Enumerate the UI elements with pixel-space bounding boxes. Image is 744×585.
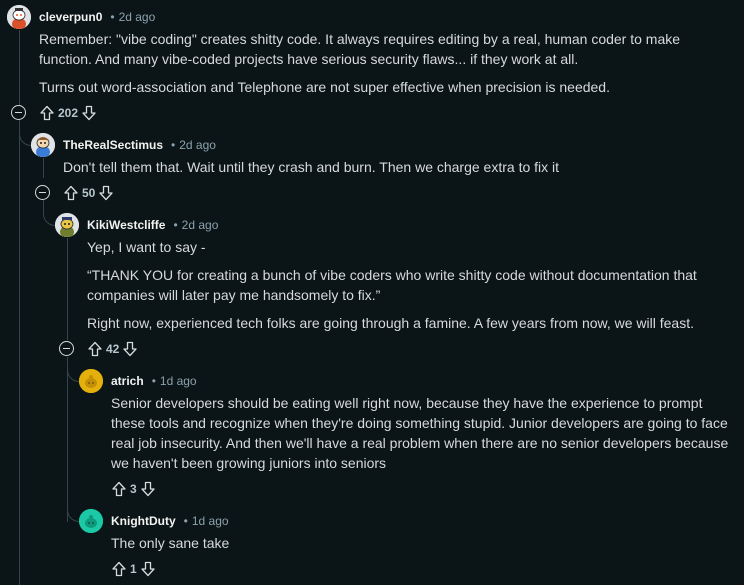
- timestamp[interactable]: 2d ago: [119, 10, 156, 24]
- arrow-down-outline-icon: [141, 561, 155, 577]
- avatar[interactable]: [79, 369, 103, 393]
- collapse-minus-icon: [15, 111, 22, 114]
- comment-meta: atrich • 1d ago: [111, 372, 197, 390]
- collapse-minus-icon: [63, 347, 70, 350]
- timestamp[interactable]: 2d ago: [182, 218, 219, 232]
- upvote-button[interactable]: [110, 560, 128, 578]
- comment-paragraph: Remember: "vibe coding" creates shitty c…: [39, 31, 681, 67]
- avatar[interactable]: [55, 213, 79, 237]
- arrow-up-outline-icon: [112, 481, 126, 497]
- arrow-up-outline-icon: [88, 341, 102, 357]
- arrow-down-outline-icon: [141, 481, 155, 497]
- vote-bar: 50: [62, 183, 115, 203]
- arrow-down-outline-icon: [82, 105, 96, 121]
- separator-dot: •: [151, 374, 156, 388]
- separator-dot: •: [171, 138, 176, 152]
- thread-line-level-2: [67, 238, 68, 340]
- comment-body: Senior developers should be eating well …: [111, 393, 735, 481]
- comment-meta: cleverpun0 • 2d ago: [39, 8, 155, 26]
- downvote-button[interactable]: [139, 560, 157, 578]
- upvote-button[interactable]: [62, 184, 80, 202]
- comment-paragraph: Yep, I want to say -: [87, 239, 206, 255]
- vote-score: 42: [106, 342, 120, 356]
- comment-body: Remember: "vibe coding" creates shitty c…: [39, 29, 729, 105]
- comment-paragraph: The only sane take: [111, 535, 230, 551]
- snoo-avatar-icon: [55, 213, 79, 237]
- arrow-down-outline-icon: [99, 185, 114, 201]
- upvote-button[interactable]: [86, 340, 104, 358]
- downvote-button[interactable]: [97, 184, 115, 202]
- comment-paragraph: Right now, experienced tech folks are go…: [87, 315, 694, 331]
- comment-paragraph: Turns out word-association and Telephone…: [39, 79, 610, 95]
- comment-paragraph: “THANK YOU for creating a bunch of vibe …: [87, 267, 697, 303]
- arrow-up-outline-icon: [64, 185, 78, 201]
- comment-body: The only sane take: [111, 533, 735, 561]
- author-name[interactable]: TheRealSectimus: [63, 138, 163, 152]
- collapse-button[interactable]: [11, 105, 26, 120]
- snoo-avatar-icon: [31, 133, 55, 157]
- vote-score: 50: [82, 186, 96, 200]
- author-name[interactable]: cleverpun0: [39, 10, 102, 24]
- avatar[interactable]: [7, 5, 31, 29]
- author-name[interactable]: KnightDuty: [111, 514, 176, 528]
- snoo-avatar-icon: [79, 369, 103, 393]
- vote-score: 3: [130, 482, 137, 496]
- collapse-button[interactable]: [35, 185, 50, 200]
- comment-paragraph: Don't tell them that. Wait until they cr…: [63, 159, 560, 175]
- comment-meta: KnightDuty • 1d ago: [111, 512, 229, 530]
- thread-line-level-2-children: [67, 357, 68, 522]
- snoo-avatar-icon: [79, 509, 103, 533]
- timestamp[interactable]: 1d ago: [192, 514, 229, 528]
- comment-meta: TheRealSectimus • 2d ago: [63, 136, 216, 154]
- upvote-button[interactable]: [110, 480, 128, 498]
- thread-line-level-1: [43, 158, 44, 178]
- separator-dot: •: [173, 218, 178, 232]
- collapse-button[interactable]: [59, 341, 74, 356]
- vote-bar: 202: [38, 103, 98, 123]
- avatar[interactable]: [79, 509, 103, 533]
- vote-bar: 3: [110, 479, 157, 499]
- vote-bar: 1: [110, 559, 157, 579]
- author-name[interactable]: KikiWestcliffe: [87, 218, 165, 232]
- separator-dot: •: [110, 10, 115, 24]
- timestamp[interactable]: 1d ago: [160, 374, 197, 388]
- vote-score: 1: [130, 562, 137, 576]
- vote-score: 202: [58, 106, 79, 120]
- comment-paragraph: Senior developers should be eating well …: [111, 395, 729, 471]
- collapse-minus-icon: [39, 191, 46, 194]
- comment-body: Don't tell them that. Wait until they cr…: [63, 157, 729, 185]
- downvote-button[interactable]: [80, 104, 98, 122]
- comment-body: Yep, I want to say - “THANK YOU for crea…: [87, 237, 729, 341]
- author-name[interactable]: atrich: [111, 374, 144, 388]
- separator-dot: •: [183, 514, 188, 528]
- arrow-down-outline-icon: [123, 341, 138, 357]
- comment-meta: KikiWestcliffe • 2d ago: [87, 216, 218, 234]
- snoo-avatar-icon: [7, 5, 31, 29]
- upvote-button[interactable]: [38, 104, 56, 122]
- downvote-button[interactable]: [139, 480, 157, 498]
- arrow-up-outline-icon: [40, 105, 54, 121]
- downvote-button[interactable]: [121, 340, 139, 358]
- vote-bar: 42: [86, 339, 139, 359]
- avatar[interactable]: [31, 133, 55, 157]
- timestamp[interactable]: 2d ago: [179, 138, 216, 152]
- arrow-up-outline-icon: [112, 561, 126, 577]
